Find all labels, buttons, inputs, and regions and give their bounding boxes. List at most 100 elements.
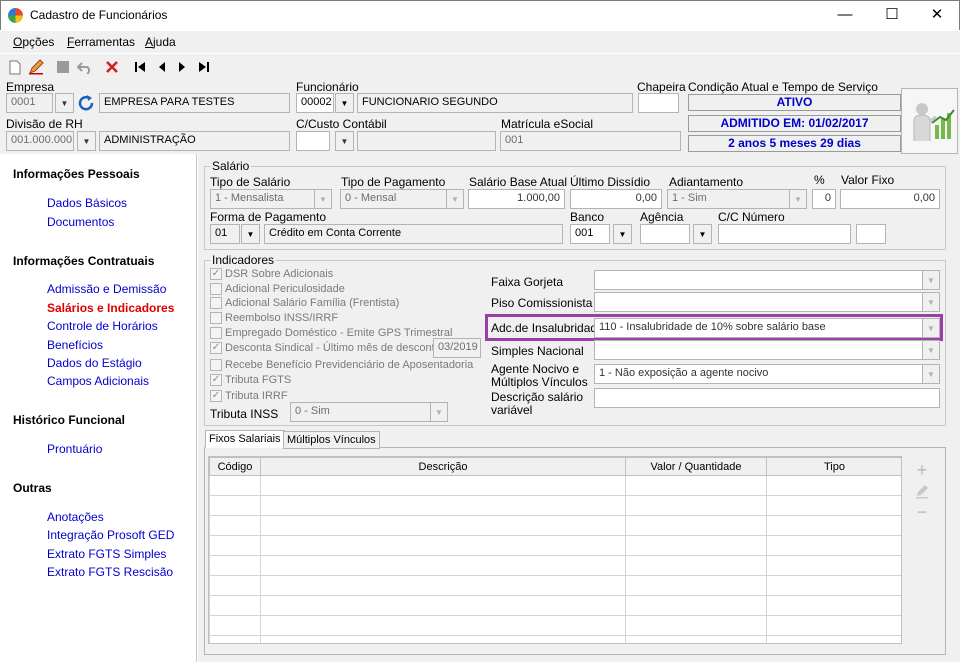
table-row[interactable] — [209, 595, 901, 616]
refresh-icon[interactable] — [77, 94, 97, 112]
undo-icon[interactable] — [76, 58, 94, 76]
piso-select[interactable] — [594, 292, 940, 312]
adiantamento-select[interactable]: 1 - Sim — [667, 189, 807, 209]
menu-ferramentas[interactable]: Ferramentas — [67, 35, 135, 49]
sindical-checkbox[interactable]: ✓ — [210, 342, 222, 354]
faixa-gorjeta-select[interactable] — [594, 270, 940, 290]
custo-code-field[interactable] — [296, 131, 330, 151]
col-codigo[interactable]: Código — [209, 457, 261, 476]
fixos-grid[interactable]: Código Descrição Valor / Quantidade Tipo — [208, 456, 902, 644]
tab-multiplos-vinculos[interactable]: Múltiplos Vínculos — [283, 431, 380, 449]
simples-dropdown[interactable]: ▼ — [922, 340, 940, 360]
sidebar-item-estagio[interactable]: Dados do Estágio — [47, 356, 142, 370]
tributa-inss-select[interactable]: 0 - Sim — [290, 402, 448, 422]
maximize-button[interactable]: ☐ — [869, 0, 915, 30]
ultimo-dissidio-field[interactable]: 0,00 — [570, 189, 662, 209]
chapeira-field[interactable] — [638, 93, 679, 113]
sidebar-item-fgts-rescisao[interactable]: Extrato FGTS Rescisão — [47, 565, 173, 579]
forma-pagamento-dropdown[interactable]: ▼ — [241, 224, 260, 244]
table-row[interactable] — [209, 635, 901, 643]
salario-base-field[interactable]: 1.000,00 — [468, 189, 565, 209]
table-row[interactable] — [209, 555, 901, 576]
tipo-pagamento-dropdown[interactable]: ▼ — [446, 189, 464, 209]
insalubridade-dropdown[interactable]: ▼ — [922, 318, 940, 338]
forma-pagamento-code[interactable]: 01 — [210, 224, 240, 244]
tributa-irrf-checkbox[interactable]: ✓ — [210, 390, 222, 402]
valor-fixo-field[interactable]: 0,00 — [840, 189, 940, 209]
cc-dv-field[interactable] — [856, 224, 886, 244]
valor-fixo-label: Valor Fixo — [841, 173, 895, 187]
remove-icon[interactable]: − — [913, 503, 931, 521]
cc-numero-field[interactable] — [718, 224, 851, 244]
table-row[interactable] — [209, 515, 901, 536]
close-button[interactable]: ✕ — [914, 0, 960, 30]
save-icon[interactable] — [54, 58, 72, 76]
sidebar-item-campos-adicionais[interactable]: Campos Adicionais — [47, 374, 149, 388]
menu-opcoes[interactable]: Opções — [13, 35, 54, 49]
tipo-salario-select[interactable]: 1 - Mensalista — [210, 189, 328, 209]
piso-dropdown[interactable]: ▼ — [922, 292, 940, 312]
sidebar-item-ged[interactable]: Integração Prosoft GED — [47, 528, 174, 542]
empresa-code-field[interactable]: 0001 — [6, 93, 53, 113]
banco-field[interactable]: 001 — [570, 224, 610, 244]
tributa-fgts-checkbox[interactable]: ✓ — [210, 374, 222, 386]
new-icon[interactable] — [6, 58, 24, 76]
first-record-icon[interactable] — [131, 58, 149, 76]
sidebar-item-prontuario[interactable]: Prontuário — [47, 442, 102, 456]
delete-icon[interactable] — [103, 58, 121, 76]
col-valor[interactable]: Valor / Quantidade — [625, 457, 767, 476]
simples-select[interactable] — [594, 340, 940, 360]
minimize-button[interactable]: — — [822, 0, 868, 30]
empresa-dropdown[interactable]: ▼ — [55, 93, 74, 113]
divisao-code-field[interactable]: 001.000.000 — [6, 131, 74, 151]
sidebar-item-beneficios[interactable]: Benefícios — [47, 338, 103, 352]
faixa-gorjeta-dropdown[interactable]: ▼ — [922, 270, 940, 290]
menu-ajuda[interactable]: Ajuda — [145, 35, 176, 49]
descricao-field[interactable] — [594, 388, 940, 408]
dsr-checkbox[interactable]: ✓ — [210, 268, 222, 280]
sidebar-item-salarios[interactable]: Salários e Indicadores — [47, 301, 174, 315]
table-row[interactable] — [209, 495, 901, 516]
employee-photo[interactable] — [901, 88, 958, 154]
sidebar-item-anotacoes[interactable]: Anotações — [47, 510, 104, 524]
funcionario-code-field[interactable]: 00002 — [296, 93, 334, 113]
col-descricao[interactable]: Descrição — [260, 457, 626, 476]
table-row[interactable] — [209, 615, 901, 636]
custo-dropdown[interactable]: ▼ — [335, 131, 354, 151]
agencia-dropdown[interactable]: ▼ — [693, 224, 712, 244]
tipo-pagamento-select[interactable]: 0 - Mensal — [340, 189, 463, 209]
reembolso-checkbox[interactable] — [210, 312, 222, 324]
sidebar-item-horarios[interactable]: Controle de Horários — [47, 319, 158, 333]
agente-select[interactable]: 1 - Não exposição a agente nocivo — [594, 364, 940, 384]
sidebar-item-documentos[interactable]: Documentos — [47, 215, 114, 229]
table-row[interactable] — [209, 475, 901, 496]
add-icon[interactable]: + — [913, 461, 931, 479]
sidebar-item-fgts-simples[interactable]: Extrato FGTS Simples — [47, 547, 166, 561]
edit-icon[interactable] — [27, 58, 45, 76]
tipo-salario-dropdown[interactable]: ▼ — [314, 189, 332, 209]
next-record-icon[interactable] — [173, 58, 191, 76]
divisao-dropdown[interactable]: ▼ — [77, 131, 96, 151]
col-tipo[interactable]: Tipo — [766, 457, 901, 476]
percent-field[interactable]: 0 — [812, 189, 836, 209]
sidebar-item-admissao[interactable]: Admissão e Demissão — [47, 282, 166, 296]
sidebar-item-dados-basicos[interactable]: Dados Básicos — [47, 196, 127, 210]
agente-dropdown[interactable]: ▼ — [922, 364, 940, 384]
tributa-inss-dropdown[interactable]: ▼ — [430, 402, 448, 422]
adiantamento-dropdown[interactable]: ▼ — [789, 189, 807, 209]
salario-familia-checkbox[interactable] — [210, 297, 222, 309]
table-row[interactable] — [209, 535, 901, 556]
domestico-checkbox[interactable] — [210, 327, 222, 339]
previous-record-icon[interactable] — [153, 58, 171, 76]
last-record-icon[interactable] — [195, 58, 213, 76]
aposentadoria-checkbox[interactable] — [210, 359, 222, 371]
insalubridade-select[interactable]: 110 - Insalubridade de 10% sobre salário… — [594, 318, 940, 338]
tab-fixos-salariais[interactable]: Fixos Salariais — [205, 430, 285, 448]
table-row[interactable] — [209, 575, 901, 596]
banco-dropdown[interactable]: ▼ — [613, 224, 632, 244]
sindical-mes-field[interactable]: 03/2019 — [433, 338, 481, 358]
agencia-field[interactable] — [640, 224, 690, 244]
periculosidade-checkbox[interactable] — [210, 283, 222, 295]
funcionario-dropdown[interactable]: ▼ — [335, 93, 354, 113]
edit-pencil-icon[interactable] — [913, 483, 931, 501]
